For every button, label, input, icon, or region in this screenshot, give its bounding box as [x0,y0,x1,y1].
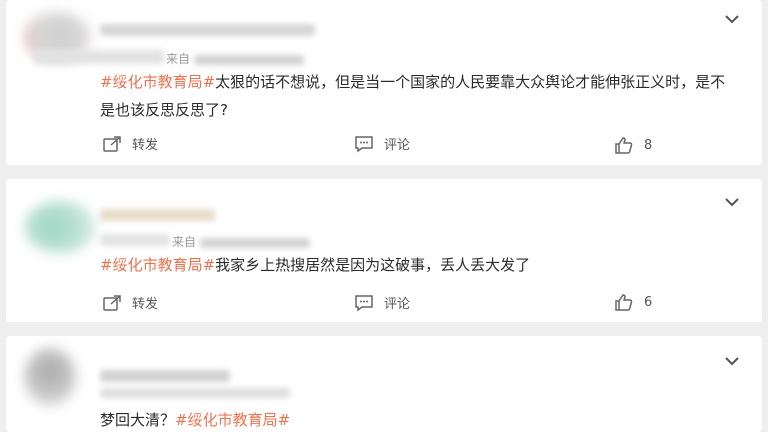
comment-icon [355,135,373,152]
comment-text: #绥化市教育局#太狠的话不想说，但是当一个国家的人民要靠大众舆论才能伸张正义时，… [100,68,740,124]
repost-label: 转发 [132,297,159,312]
comment-button[interactable]: 评论 [354,293,410,312]
comment-body: 我家乡上热搜居然是因为这破事，丢人丢大发了 [215,256,531,274]
thumbs-up-icon [615,137,633,154]
repost-button[interactable]: 转发 [102,293,158,312]
comment-body: 梦回大清？ [100,411,176,429]
comment-feed: 来自 #绥化市教育局#太狠的话不想说，但是当一个国家的人民要靠大众舆论才能伸张正… [0,0,768,432]
like-button[interactable]: 8 [614,136,652,154]
redaction [34,50,164,64]
chevron-down-icon[interactable] [724,356,740,366]
like-count: 8 [644,137,653,153]
comment-text: #绥化市教育局#我家乡上热搜居然是因为这破事，丢人丢大发了 [100,251,740,279]
avatar[interactable] [24,201,96,253]
like-button[interactable]: 6 [614,293,652,311]
comment-text: 梦回大清？#绥化市教育局# [100,406,740,432]
source-line: 来自 [166,50,305,67]
hashtag-link[interactable]: #绥化市教育局# [100,73,215,91]
hashtag-link[interactable]: #绥化市教育局# [175,411,290,429]
chevron-down-icon[interactable] [724,14,740,24]
source-line: 来自 [172,233,311,250]
repost-icon [103,294,121,311]
thumbs-up-icon [615,294,633,311]
repost-label: 转发 [132,138,159,153]
comment-label: 评论 [384,297,411,312]
comment-label: 评论 [384,138,411,153]
comment-card: 梦回大清？#绥化市教育局# [6,336,762,432]
comment-button[interactable]: 评论 [354,134,410,153]
avatar[interactable] [24,348,76,406]
comment-icon [355,294,373,311]
repost-button[interactable]: 转发 [102,134,158,153]
redaction [100,234,170,246]
hashtag-link[interactable]: #绥化市教育局# [100,256,215,274]
source-prefix: 来自 [166,52,191,66]
source-redacted [100,388,290,398]
device-redacted [194,54,305,65]
chevron-down-icon[interactable] [724,197,740,207]
device-redacted [200,237,311,248]
source-prefix: 来自 [172,235,197,249]
username-redacted[interactable] [100,24,315,36]
like-count: 6 [644,294,653,310]
comment-card: 来自 #绥化市教育局#我家乡上热搜居然是因为这破事，丢人丢大发了 转发 评论 6 [6,179,762,322]
username-redacted[interactable] [100,209,215,221]
comment-card: 来自 #绥化市教育局#太狠的话不想说，但是当一个国家的人民要靠大众舆论才能伸张正… [6,0,762,165]
repost-icon [103,135,121,152]
username-redacted[interactable] [100,370,230,382]
